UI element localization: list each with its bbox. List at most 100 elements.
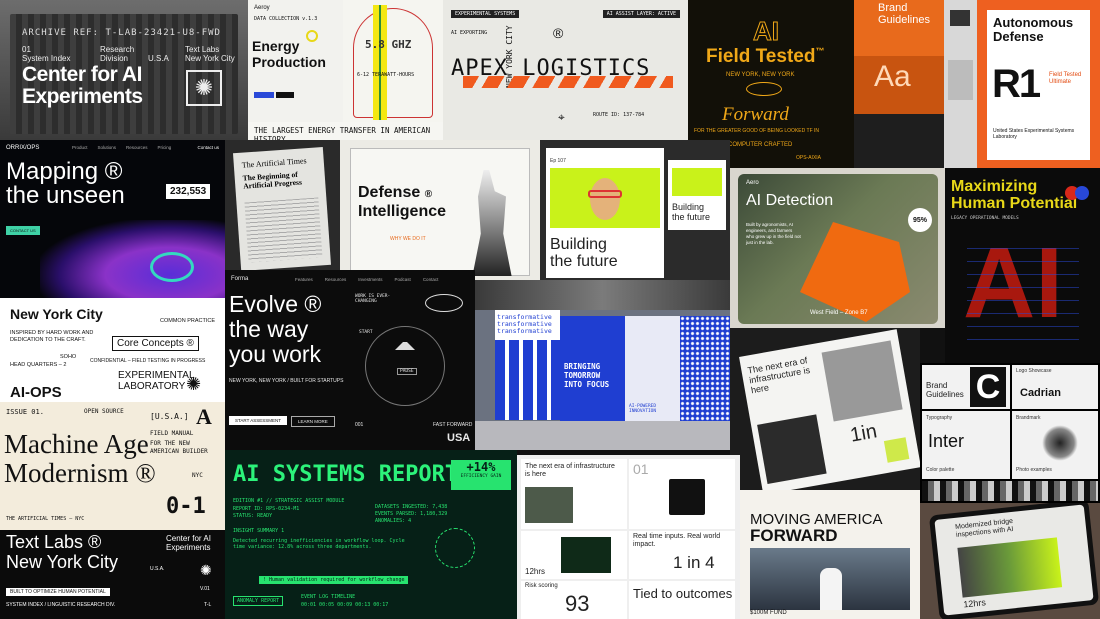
evolve-pause[interactable]: PAUSE bbox=[397, 368, 417, 375]
evolve-nav-4[interactable]: Podcast bbox=[395, 277, 411, 282]
tl-usa: U.S.A. bbox=[150, 566, 165, 572]
next-risk: Risk scoring bbox=[525, 583, 558, 589]
evolve-cta-2[interactable]: LEARN MORE bbox=[291, 416, 335, 427]
evolve-usa: USA bbox=[447, 432, 471, 444]
mapping-nav-3[interactable]: Resources bbox=[126, 145, 148, 150]
cad-photo: Photo examples bbox=[1016, 467, 1052, 473]
bringing-sub: AI-POWERED INNOVATION bbox=[629, 404, 657, 414]
apex-title: APEX LOGISTICS bbox=[451, 56, 651, 81]
building-future-tile: Ep 107 Building the future Building the … bbox=[540, 140, 730, 280]
energy-bar bbox=[254, 92, 274, 98]
tl-tl: T-L bbox=[204, 602, 212, 608]
machine-age-tile: ISSUE 01. OPEN SOURCE [U.S.A.] A FIELD M… bbox=[0, 402, 225, 530]
contour-ring bbox=[150, 252, 194, 282]
tl-center-2: Experiments bbox=[166, 543, 211, 552]
field-tm: ™ bbox=[815, 46, 825, 56]
evolve-title-1: Evolve ® bbox=[229, 291, 322, 317]
next-circuit bbox=[561, 537, 611, 573]
building-title-2: the future bbox=[550, 253, 618, 270]
systems-title: AI SYSTEMS REPORT bbox=[233, 462, 459, 487]
mapping-title-2: the unseen bbox=[6, 182, 125, 209]
blue-circle bbox=[1075, 186, 1089, 200]
archive-division: Division bbox=[100, 54, 129, 63]
next-big: 93 bbox=[565, 591, 590, 616]
field-script: Forward bbox=[722, 104, 789, 125]
field-big: AI bbox=[753, 16, 780, 47]
next-stat: 12hrs bbox=[525, 567, 546, 576]
nyc-poster-tile: New York City COMMON PRACTICE INSPIRED B… bbox=[0, 298, 225, 402]
tl-title-1: Text Labs ® bbox=[6, 532, 102, 552]
mapping-cta[interactable]: CONTACT US bbox=[6, 226, 40, 235]
apex-header: EXPERIMENTAL SYSTEMS bbox=[451, 10, 520, 18]
bringing-title: BRINGING TOMORROW INTO FOCUS bbox=[564, 362, 610, 389]
systems-line-2: STATUS: READY bbox=[233, 513, 273, 519]
arch-outline bbox=[353, 8, 433, 118]
max-title-1: Maximizing bbox=[951, 178, 1038, 195]
magazine-stat: 1in bbox=[848, 420, 879, 447]
systems-log: EVENT LOG TIMELINE bbox=[301, 594, 356, 600]
archive-nyc: New York City bbox=[185, 54, 235, 63]
machine-title-2: Modernism ® bbox=[4, 458, 156, 488]
defense-intelligence-tile: Defense ® Intelligence WHY WE DO IT bbox=[340, 140, 540, 280]
brandmark-orb bbox=[1042, 425, 1078, 461]
evolve-city: NEW YORK, NEW YORK / BUILT FOR STARTUPS bbox=[229, 378, 344, 384]
next-dark-square bbox=[669, 479, 705, 515]
mapping-contact[interactable]: Contact us bbox=[197, 145, 219, 150]
bg-title-1: Brand bbox=[878, 2, 908, 14]
energy-production-tile: Aeroy DATA COLLECTION v.1.3 Energy Produ… bbox=[248, 0, 343, 140]
green-line bbox=[379, 5, 381, 120]
tablet-device: Modernized bridge inspections with AI 12… bbox=[928, 503, 1100, 619]
mapping-brand: ORRIX/OPS bbox=[6, 145, 40, 151]
tl-center-1: Center for AI bbox=[166, 534, 211, 543]
tablet-headline: Modernized bridge inspections with AI bbox=[954, 517, 1014, 539]
systems-badge-sub: EFFICIENCY GAIN bbox=[460, 474, 502, 479]
green-square bbox=[883, 437, 910, 463]
nyc-soho: SOHO bbox=[60, 354, 77, 360]
archive-ref: ARCHIVE REF: T-LAB-23421-U8-FWD bbox=[22, 28, 221, 38]
portrait-face bbox=[590, 178, 620, 220]
strip-block-2 bbox=[948, 60, 973, 100]
tl-index: SYSTEM INDEX / LINGUISTIC RESEARCH DIV. bbox=[6, 602, 116, 608]
nyc-ops: AI-OPS bbox=[10, 384, 62, 401]
bg-sample: Aa bbox=[874, 60, 911, 93]
di-reg: ® bbox=[424, 189, 433, 200]
field-city: NEW YORK, NEW YORK bbox=[726, 72, 795, 78]
evolve-cta-1[interactable]: START ASSESSMENT bbox=[229, 416, 288, 425]
evolve-nav-2[interactable]: Resources bbox=[325, 277, 347, 282]
magazine-photo bbox=[757, 414, 827, 484]
tl-version: V.01 bbox=[200, 586, 210, 592]
field-code: OPS-AIXIA bbox=[796, 155, 822, 161]
tl-optimize: BUILT TO OPTIMIZE HUMAN POTENTIAL bbox=[6, 588, 110, 596]
frequency-big: 5.8 GHZ bbox=[365, 38, 412, 51]
cad-brand-1: Brand bbox=[926, 381, 948, 390]
mapping-nav-4[interactable]: Pricing bbox=[158, 145, 172, 150]
evolve-nav-3[interactable]: Investments bbox=[358, 277, 382, 282]
next-num: 01 bbox=[633, 461, 649, 477]
evolve-nav-5[interactable]: Contact bbox=[423, 277, 439, 282]
evolve-title-3: you work bbox=[229, 341, 322, 367]
nyc-practice: COMMON PRACTICE bbox=[160, 318, 215, 324]
dial-circle[interactable] bbox=[365, 326, 445, 406]
newspaper-tile: The Artificial Times The Beginning of Ar… bbox=[225, 140, 340, 270]
mapping-nav-2[interactable]: Solutions bbox=[98, 145, 117, 150]
systems-report[interactable]: ANOMALY REPORT bbox=[233, 596, 284, 606]
machine-footer: THE ARTIFICIAL TIMES – NYC bbox=[6, 516, 85, 522]
mapping-nav-1[interactable]: Product bbox=[72, 145, 88, 150]
energy-caption: THE LARGEST ENERGY TRANSFER IN AMERICAN … bbox=[248, 122, 443, 140]
maximizing-tile: Maximizing Human Potential LEGACY OPERAT… bbox=[945, 168, 1100, 363]
archive-textlabs: Text Labs bbox=[185, 45, 220, 54]
detection-brand: Aero bbox=[746, 180, 759, 186]
heatmap-blob bbox=[40, 220, 225, 298]
mapping-count: 232,553 bbox=[166, 184, 211, 199]
machine-nyc: NYC bbox=[192, 472, 203, 479]
di-note: WHY WE DO IT bbox=[390, 236, 426, 242]
ai-systems-report-tile: AI SYSTEMS REPORT +14% EFFICIENCY GAIN E… bbox=[225, 450, 517, 619]
machine-tag: [U.S.A.] bbox=[150, 412, 189, 421]
newspaper: The Artificial Times The Beginning of Ar… bbox=[232, 147, 332, 270]
building-title-1-small: Building bbox=[672, 202, 705, 212]
brand-guidelines-tile: Brand Guidelines Aa bbox=[854, 0, 944, 168]
cad-name: Cadrian bbox=[1020, 387, 1061, 399]
ad-side-2: Ultimate bbox=[1049, 79, 1072, 85]
evolve-nav-1[interactable]: Features bbox=[295, 277, 313, 282]
palette-strip bbox=[922, 481, 1098, 501]
